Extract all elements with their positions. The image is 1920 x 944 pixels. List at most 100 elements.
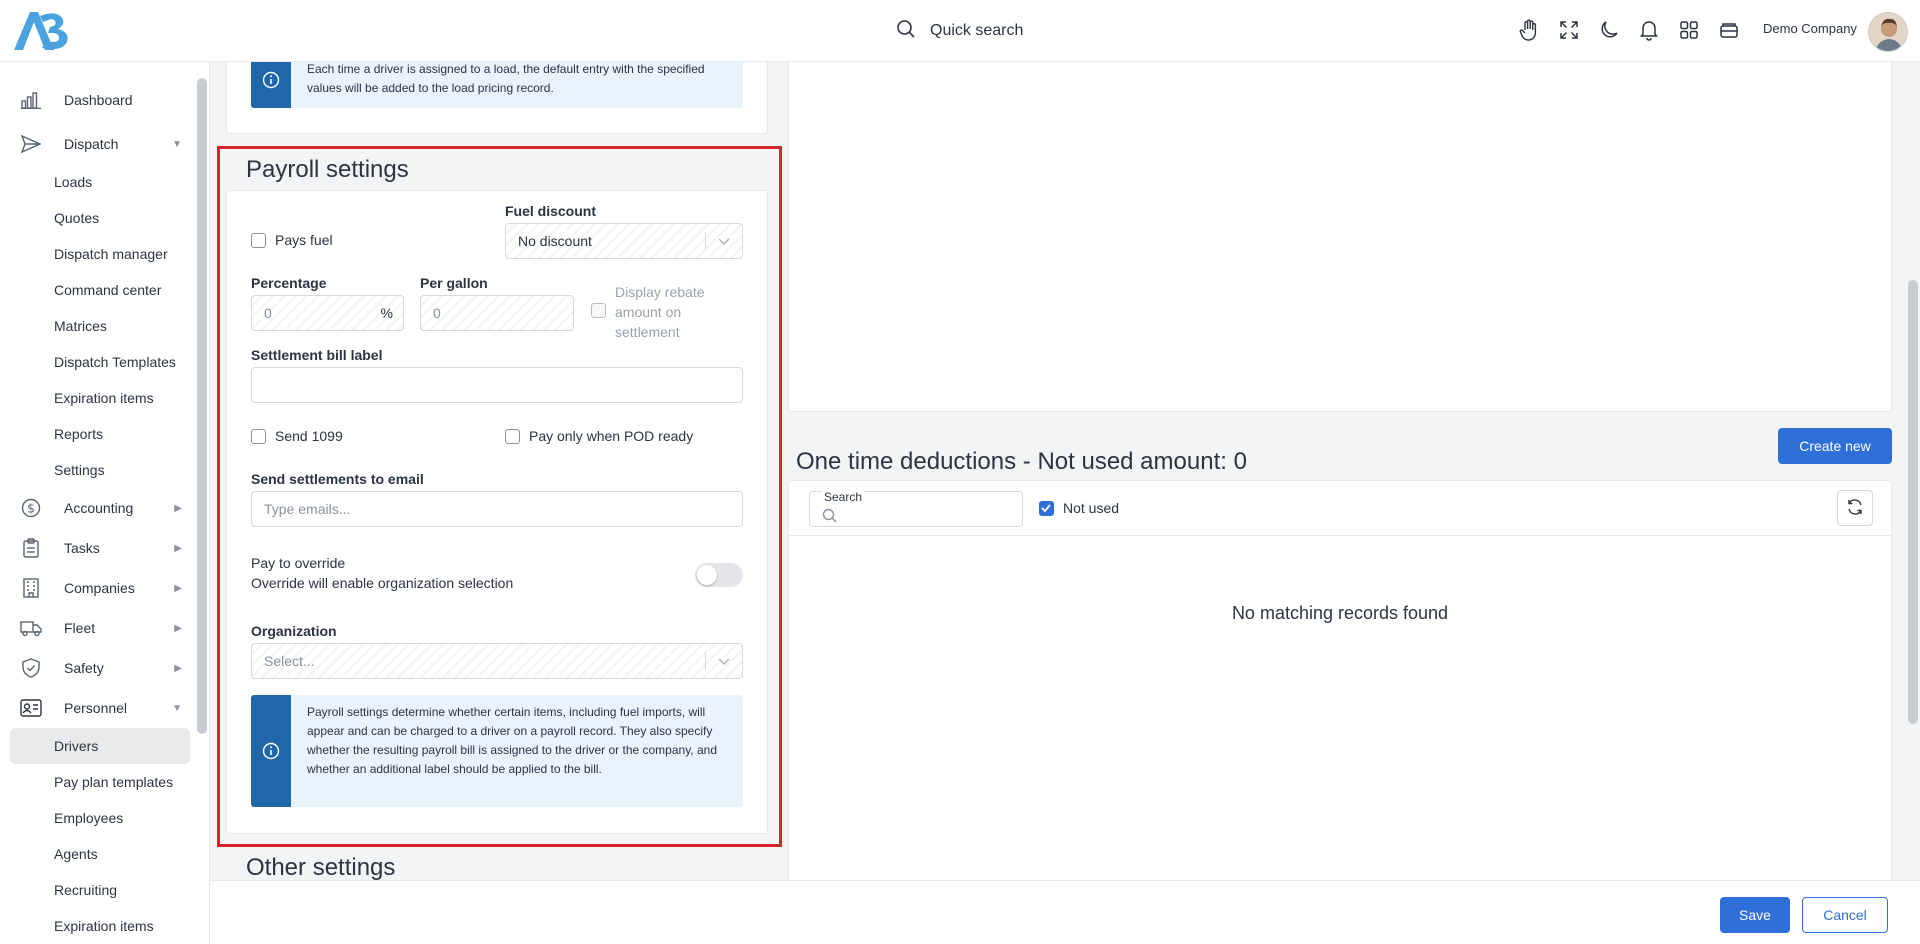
pay-only-pod-checkbox[interactable] — [505, 429, 520, 444]
cancel-button[interactable]: Cancel — [1802, 897, 1888, 933]
search-icon — [822, 508, 838, 527]
apps-grid-icon[interactable] — [1678, 16, 1700, 44]
empty-state-text: No matching records found — [1231, 603, 1449, 623]
search-field-label: Search — [822, 490, 865, 504]
sidebar-subitem[interactable]: Quotes — [10, 200, 190, 236]
sidebar-item-label: Companies — [64, 580, 135, 596]
clipboard-icon — [20, 537, 42, 559]
pay-override-title: Pay to override — [251, 555, 346, 571]
caret-right-icon: ▶ — [174, 542, 182, 554]
moon-icon[interactable] — [1598, 16, 1620, 44]
percentage-input[interactable]: 0 % — [251, 295, 404, 331]
sidebar-subitem[interactable]: Employees — [10, 800, 190, 836]
select-divider — [705, 652, 706, 670]
settlement-bill-input[interactable] — [251, 367, 743, 403]
inbox-icon[interactable] — [1718, 16, 1740, 44]
display-rebate-label: Display rebate amount on settlement — [615, 284, 705, 340]
sidebar-subitem[interactable]: Expiration items — [10, 908, 190, 944]
sidebar-subitem[interactable]: Agents — [10, 836, 190, 872]
id-card-icon — [20, 697, 42, 719]
per-gallon-input[interactable]: 0 — [420, 295, 574, 331]
fuel-discount-label: Fuel discount — [505, 203, 596, 219]
pay-only-pod-label: Pay only when POD ready — [529, 428, 694, 444]
caret-down-icon: ▼ — [172, 138, 182, 150]
sidebar: Dashboard Dispatch ▼ Loads Quotes Dispat… — [0, 62, 210, 944]
sidebar-subitem[interactable]: Dispatch Templates — [10, 344, 190, 380]
pay-override-toggle[interactable] — [695, 563, 743, 587]
sidebar-subitem-drivers[interactable]: Drivers — [10, 728, 190, 764]
sidebar-item-dispatch[interactable]: Dispatch ▼ — [10, 124, 190, 164]
organization-select[interactable]: Select... — [251, 643, 743, 679]
organization-label: Organization — [251, 623, 337, 639]
send-1099-label: Send 1099 — [275, 428, 343, 444]
caret-right-icon: ▶ — [174, 582, 182, 594]
refresh-icon — [1846, 498, 1864, 519]
sidebar-scrollbar[interactable] — [197, 78, 207, 734]
pays-fuel-checkbox[interactable] — [251, 233, 266, 248]
display-rebate-checkbox[interactable] — [591, 303, 606, 318]
sidebar-item-companies[interactable]: Companies ▶ — [10, 568, 190, 608]
sidebar-subitem[interactable]: Reports — [10, 416, 190, 452]
chevron-down-icon — [717, 232, 731, 253]
info-text: Each time a driver is assigned to a load… — [307, 62, 705, 95]
svg-text:$: $ — [27, 502, 35, 516]
truck-icon — [20, 617, 42, 639]
sidebar-item-safety[interactable]: Safety ▶ — [10, 648, 190, 688]
organization-placeholder: Select... — [264, 653, 315, 669]
send-icon — [20, 133, 42, 155]
sidebar-subitem[interactable]: Expiration items — [10, 380, 190, 416]
dollar-icon: $ — [20, 497, 42, 519]
quick-search[interactable]: Quick search — [896, 18, 1023, 44]
page-scrollbar[interactable] — [1908, 280, 1918, 724]
deductions-search-field[interactable]: Search — [809, 490, 1023, 527]
toggle-knob — [697, 565, 717, 585]
sidebar-subitem[interactable]: Matrices — [10, 308, 190, 344]
sidebar-item-tasks[interactable]: Tasks ▶ — [10, 528, 190, 568]
caret-right-icon: ▶ — [174, 662, 182, 674]
other-settings-title: Other settings — [246, 854, 396, 881]
save-button[interactable]: Save — [1720, 897, 1790, 933]
company-name[interactable]: Demo Company — [1763, 21, 1857, 36]
refresh-button[interactable] — [1837, 490, 1873, 526]
payroll-info-text: Payroll settings determine whether certa… — [307, 705, 717, 776]
send-email-placeholder: Type emails... — [264, 501, 351, 517]
hand-icon[interactable] — [1518, 16, 1540, 44]
bar-chart-icon — [20, 89, 42, 111]
per-gallon-label: Per gallon — [420, 275, 488, 291]
fullscreen-icon[interactable] — [1558, 16, 1580, 44]
select-divider — [705, 232, 706, 250]
chevron-down-icon — [717, 652, 731, 673]
send-email-input[interactable]: Type emails... — [251, 491, 743, 527]
percentage-placeholder: 0 — [264, 305, 272, 321]
sidebar-item-accounting[interactable]: $ Accounting ▶ — [10, 488, 190, 528]
avatar[interactable] — [1868, 12, 1908, 52]
sidebar-subitem[interactable]: Pay plan templates — [10, 764, 190, 800]
app-logo[interactable] — [12, 8, 80, 52]
sidebar-subitem[interactable]: Dispatch manager — [10, 236, 190, 272]
not-used-checkbox[interactable] — [1039, 501, 1054, 516]
shield-icon — [20, 657, 42, 679]
sidebar-item-label: Fleet — [64, 620, 96, 636]
sidebar-item-label: Accounting — [64, 500, 134, 516]
bell-icon[interactable] — [1638, 16, 1660, 44]
sidebar-subitem[interactable]: Command center — [10, 272, 190, 308]
caret-right-icon: ▶ — [174, 622, 182, 634]
percent-unit: % — [380, 305, 393, 321]
footer-bar: Save Cancel — [210, 880, 1920, 944]
create-new-button[interactable]: Create new — [1778, 428, 1892, 464]
fuel-discount-select[interactable]: No discount — [505, 223, 743, 259]
sidebar-item-personnel[interactable]: Personnel ▼ — [10, 688, 190, 728]
not-used-label: Not used — [1063, 500, 1120, 516]
sidebar-item-label: Dispatch — [64, 136, 119, 152]
sidebar-subitem[interactable]: Recruiting — [10, 872, 190, 908]
sidebar-subitem[interactable]: Settings — [10, 452, 190, 488]
deductions-card: Search Not used No matching records foun… — [788, 480, 1892, 900]
settlement-bill-label: Settlement bill label — [251, 347, 383, 363]
sidebar-item-label: Dashboard — [64, 92, 133, 108]
sidebar-item-dashboard[interactable]: Dashboard — [10, 80, 190, 120]
sidebar-subitem[interactable]: Loads — [10, 164, 190, 200]
sidebar-item-label: Personnel — [64, 700, 128, 716]
quick-search-label: Quick search — [930, 22, 1024, 39]
send-1099-checkbox[interactable] — [251, 429, 266, 444]
sidebar-item-fleet[interactable]: Fleet ▶ — [10, 608, 190, 648]
